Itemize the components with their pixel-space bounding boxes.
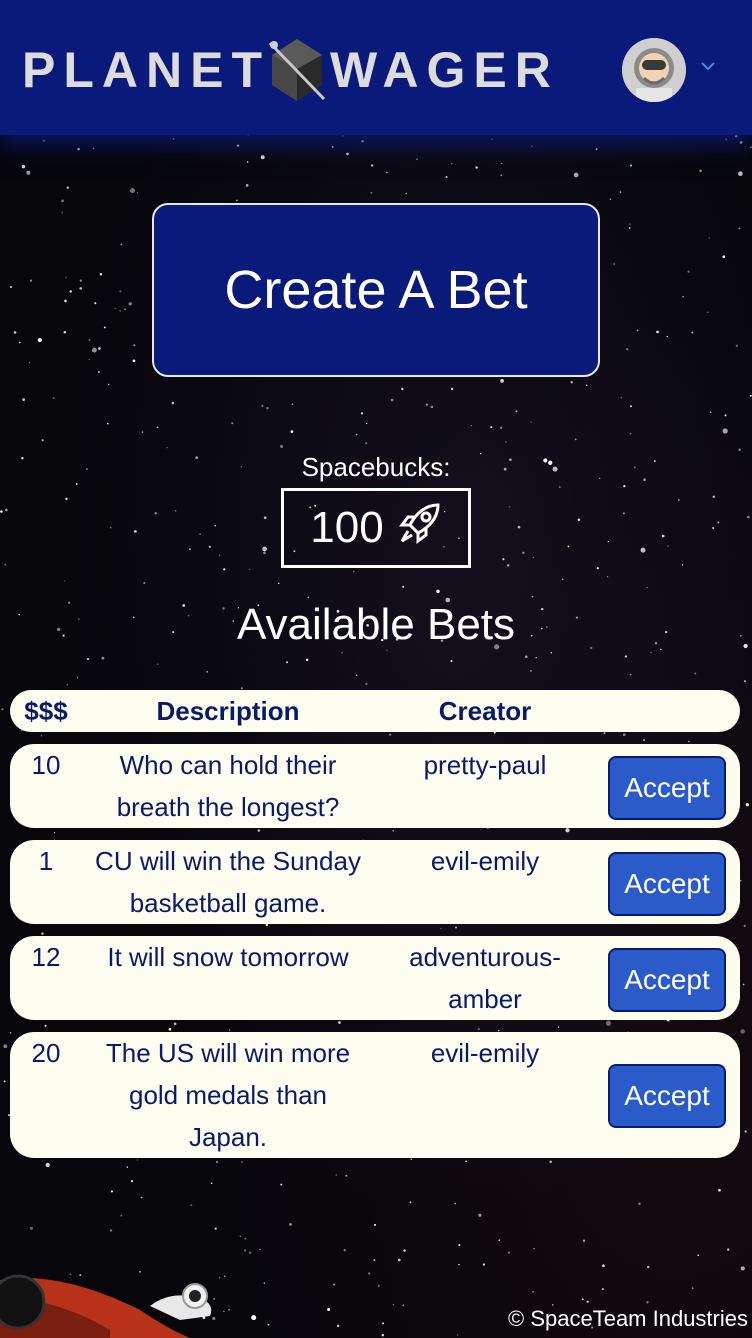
table-row: 10 Who can hold their breath the longest? p… (10, 744, 740, 828)
brand-text-right: WAGER (330, 42, 559, 98)
accept-bet-button[interactable]: Accept (608, 756, 726, 820)
spacebucks-value: 100 (310, 503, 384, 552)
accept-bet-button[interactable]: Accept (608, 948, 726, 1012)
spacebucks-balance: 100 (281, 488, 471, 568)
available-bets-title: Available Bets (236, 600, 516, 649)
bet-description-line: Japan. (188, 1122, 268, 1152)
header-description: Description (156, 696, 300, 726)
footer-copyright: © SpaceTeam Industries (508, 1306, 748, 1331)
top-navbar: PLANET WAGER (0, 0, 752, 135)
table-row: 20 The US will win more gold medals than Ja… (10, 1032, 740, 1158)
bet-amount: 1 (38, 846, 54, 876)
bets-table-header: $$$ Description Creator (10, 690, 740, 732)
bet-description: Who can hold their breath the longest? (82, 744, 374, 828)
bet-amount: 10 (31, 750, 61, 780)
bet-description-line: basketball game. (129, 888, 327, 918)
bet-description: CU will win the Sunday basketball game. (82, 840, 374, 924)
bet-amount: 20 (31, 1038, 61, 1068)
create-bet-button[interactable]: Create A Bet (152, 203, 600, 377)
bet-description-line: gold medals than (128, 1080, 328, 1110)
rocket-icon (398, 501, 442, 556)
bet-creator: pretty-paul (390, 744, 580, 786)
bet-description-line: Who can hold their (119, 750, 337, 780)
bet-description: The US will win more gold medals than Japa… (82, 1032, 374, 1158)
bet-creator-line: adventurous- (409, 942, 561, 972)
header-creator: Creator (438, 696, 532, 726)
bet-creator-line: pretty-paul (423, 750, 547, 780)
bet-creator: adventurous-amber (390, 936, 580, 1020)
astronaut-avatar-icon[interactable] (622, 38, 686, 102)
table-row: 1 CU will win the Sunday basketball game. e… (10, 840, 740, 924)
brand-text-left: PLANET (22, 42, 270, 98)
header-amount: $$$ (24, 696, 68, 726)
bet-creator: evil-emily (390, 1032, 580, 1074)
bet-creator-line: evil-emily (430, 1038, 540, 1068)
chevron-down-icon[interactable] (698, 56, 718, 76)
bet-description-line: It will snow tomorrow (107, 942, 349, 972)
planet-gem-icon (266, 35, 328, 105)
bet-amount: 12 (31, 942, 61, 972)
bet-description-line: breath the longest? (116, 792, 340, 822)
bet-description-line: The US will win more (105, 1038, 351, 1068)
accept-bet-button[interactable]: Accept (608, 852, 726, 916)
roadster-image (0, 1274, 212, 1338)
bet-creator: evil-emily (390, 840, 580, 882)
bet-description: It will snow tomorrow (82, 936, 374, 978)
bet-creator-line: amber (448, 984, 522, 1014)
bet-description-line: CU will win the Sunday (95, 846, 361, 876)
planetwager-logo[interactable]: PLANET WAGER (22, 39, 559, 101)
accept-bet-button[interactable]: Accept (608, 1064, 726, 1128)
table-row: 12 It will snow tomorrow adventurous-amber… (10, 936, 740, 1020)
bet-creator-line: evil-emily (430, 846, 540, 876)
spacebucks-label: Spacebucks: (301, 452, 451, 482)
